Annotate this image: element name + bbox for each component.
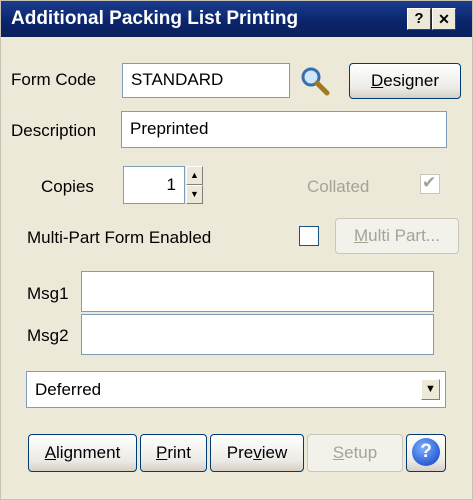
window-title: Additional Packing List Printing xyxy=(11,8,299,29)
setup-button[interactable]: Setup xyxy=(307,434,403,472)
print-mode-value: Deferred xyxy=(35,380,102,399)
print-button[interactable]: Print xyxy=(140,434,207,472)
close-button[interactable]: ✕ xyxy=(432,8,456,30)
chevron-down-icon[interactable]: ▼ xyxy=(421,379,440,400)
designer-button[interactable]: Designer xyxy=(349,63,461,99)
form-code-input[interactable]: STANDARD xyxy=(122,63,290,98)
help-icon: ? xyxy=(412,438,440,466)
help-icon-button[interactable]: ? xyxy=(406,434,446,472)
title-bar: Additional Packing List Printing ? ✕ xyxy=(1,1,472,37)
multipart-label: Multi-Part Form Enabled xyxy=(27,228,212,247)
preview-button[interactable]: Preview xyxy=(210,434,304,472)
msg1-label: Msg1 xyxy=(27,284,69,303)
copies-down-arrow[interactable]: ▼ xyxy=(186,185,203,204)
collated-label: Collated xyxy=(307,177,370,196)
copies-label: Copies xyxy=(41,177,94,196)
msg2-input[interactable] xyxy=(81,314,434,355)
help-button[interactable]: ? xyxy=(407,8,431,30)
description-input[interactable]: Preprinted xyxy=(121,111,447,148)
print-mode-select[interactable]: Deferred ▼ xyxy=(26,371,446,408)
dialog-window: Additional Packing List Printing ? ✕ For… xyxy=(0,0,473,500)
form-code-label: Form Code xyxy=(11,70,97,89)
collated-checkbox[interactable]: ✔ xyxy=(420,173,440,194)
msg2-label: Msg2 xyxy=(27,326,69,345)
copies-up-arrow[interactable]: ▲ xyxy=(186,166,203,185)
copies-input[interactable]: 1 xyxy=(123,166,185,204)
lookup-icon[interactable] xyxy=(297,63,333,99)
description-label: Description xyxy=(11,121,97,140)
alignment-button[interactable]: Alignment xyxy=(28,434,137,472)
msg1-input[interactable] xyxy=(81,271,434,312)
check-mark-icon: ✔ xyxy=(422,173,437,192)
multi-part-button[interactable]: Multi Part... xyxy=(335,218,459,254)
multipart-checkbox[interactable] xyxy=(299,226,319,246)
